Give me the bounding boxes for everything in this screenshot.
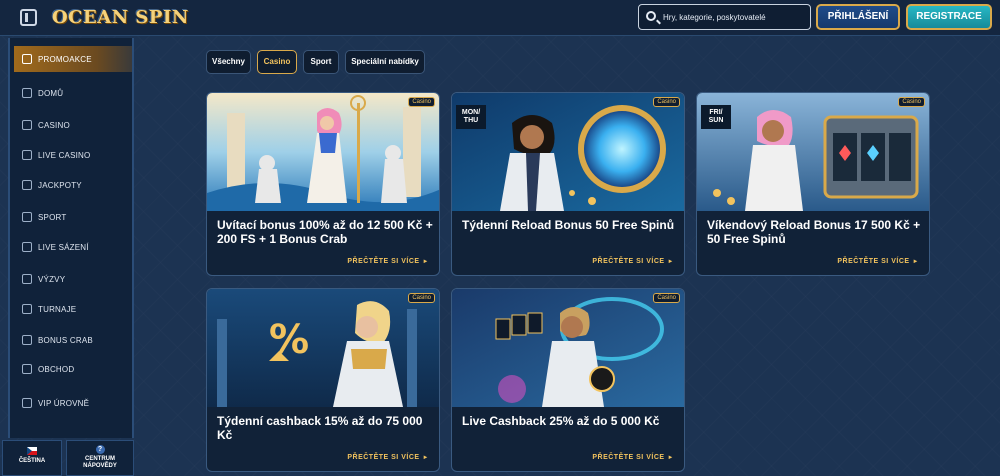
tab-sport[interactable]: Sport [303, 50, 339, 74]
promo-title: Týdenní Reload Bonus 50 Free Spinů [462, 218, 675, 232]
help-label-line1: CENTRUM [85, 456, 115, 462]
read-more-link[interactable]: PŘEČTĚTE SI VÍCE ► [347, 258, 429, 265]
tab-casino[interactable]: Casino [257, 50, 297, 74]
sidebar-item-jackpoty[interactable]: JACKPOTY [14, 172, 132, 198]
live-casino-icon [22, 150, 32, 160]
sidebar-item-bonus-crab[interactable]: BONUS CRAB [14, 327, 132, 353]
sidebar-item-turnaje[interactable]: TURNAJE [14, 296, 132, 322]
arrow-right-icon: ► [422, 259, 429, 265]
language-label: ČEŠTINA [18, 458, 46, 464]
sidebar-item-label: PROMOAKCE [38, 54, 92, 64]
sidebar-item-sport[interactable]: SPORT [14, 204, 132, 230]
category-badge: Casino [408, 293, 435, 303]
language-button[interactable]: ČEŠTINA [2, 440, 62, 476]
help-label-line2: NÁPOVĚDY [83, 463, 117, 469]
search-input[interactable] [663, 5, 808, 29]
category-badge: Casino [653, 293, 680, 303]
sidebar-item-label: LIVE SÁZENÍ [38, 242, 89, 252]
arrow-right-icon: ► [422, 455, 429, 461]
promo-image [452, 93, 684, 211]
casino-icon [22, 120, 32, 130]
challenge-icon [22, 274, 32, 284]
sidebar-item-obchod[interactable]: OBCHOD [14, 356, 132, 382]
arrow-right-icon: ► [667, 455, 674, 461]
promo-title: Uvítací bonus 100% až do 12 500 Kč + 200… [217, 218, 433, 246]
promo-image [207, 93, 439, 211]
help-icon: ? [95, 445, 105, 454]
search-icon [646, 11, 656, 21]
diamond-icon [22, 180, 32, 190]
help-center-button[interactable]: ? CENTRUM NÁPOVĚDY [66, 440, 134, 476]
promo-card-weekly-cashback[interactable]: % Casino Týdenní cashback 15% až do 75 0… [206, 288, 440, 472]
sidebar-item-vip-urovne[interactable]: VIP ÚROVNĚ [14, 390, 132, 416]
sidebar-item-label: TURNAJE [38, 304, 77, 314]
top-header: OCEAN SPIN PŘIHLÁŠENÍ REGISTRACE [0, 0, 1000, 36]
sidebar-item-live-sazeni[interactable]: LIVE SÁZENÍ [14, 234, 132, 260]
tab-vsechny[interactable]: Všechny [206, 50, 251, 74]
live-betting-icon [22, 242, 32, 252]
arrow-right-icon: ► [912, 259, 919, 265]
promo-card-live-cashback[interactable]: Casino Live Cashback 25% až do 5 000 Kč … [451, 288, 685, 472]
login-button[interactable]: PŘIHLÁŠENÍ [816, 4, 900, 30]
sidebar-item-label: DOMŮ [38, 88, 64, 98]
sidebar-item-label: JACKPOTY [38, 180, 82, 190]
crab-icon [22, 335, 32, 345]
arrow-right-icon: ► [667, 259, 674, 265]
promo-title: Live Cashback 25% až do 5 000 Kč [462, 414, 660, 428]
sidebar-item-domu[interactable]: DOMŮ [14, 80, 132, 106]
read-more-link[interactable]: PŘEČTĚTE SI VÍCE ► [837, 258, 919, 265]
promo-card-weekly-reload[interactable]: MON/THU Casino Týdenní Reload Bonus 50 F… [451, 92, 685, 276]
sidebar-toggle-icon[interactable] [20, 9, 37, 26]
sidebar-item-label: LIVE CASINO [38, 150, 91, 160]
vip-icon [22, 398, 32, 408]
sidebar-item-casino[interactable]: CASINO [14, 112, 132, 138]
promo-image: % [207, 289, 439, 407]
day-badge: MON/THU [456, 105, 486, 129]
promo-title: Týdenní cashback 15% až do 75 000 Kč [217, 414, 423, 442]
sidebar-item-label: VIP ÚROVNĚ [38, 398, 90, 408]
czech-flag-icon [27, 447, 37, 455]
read-more-link[interactable]: PŘEČTĚTE SI VÍCE ► [592, 454, 674, 461]
sidebar-item-promoakce[interactable]: PROMOAKCE [14, 46, 132, 72]
sidebar-item-label: SPORT [38, 212, 67, 222]
category-badge: Casino [408, 97, 435, 107]
sidebar-item-live-casino[interactable]: LIVE CASINO [14, 142, 132, 168]
sidebar-item-label: VÝZVY [38, 274, 66, 284]
read-more-link[interactable]: PŘEČTĚTE SI VÍCE ► [592, 258, 674, 265]
register-button[interactable]: REGISTRACE [906, 4, 992, 30]
sidebar-item-label: CASINO [38, 120, 70, 130]
shop-icon [22, 364, 32, 374]
gift-icon [22, 54, 32, 64]
promo-title: Víkendový Reload Bonus 17 500 Kč + 50 Fr… [707, 218, 921, 246]
search-box[interactable] [638, 4, 811, 30]
ocean-spin-logo[interactable]: OCEAN SPIN [52, 6, 189, 30]
category-badge: Casino [653, 97, 680, 107]
sport-icon [22, 212, 32, 222]
promo-card-weekend-reload[interactable]: FRI/SUN Casino Víkendový Reload Bonus 17… [696, 92, 930, 276]
category-badge: Casino [898, 97, 925, 107]
sidebar-item-label: BONUS CRAB [38, 335, 93, 345]
trophy-icon [22, 304, 32, 314]
read-more-link[interactable]: PŘEČTĚTE SI VÍCE ► [347, 454, 429, 461]
sidebar-item-vyzvy[interactable]: VÝZVY [14, 266, 132, 292]
tab-specialni-nabidky[interactable]: Speciální nabídky [345, 50, 425, 74]
home-icon [22, 88, 32, 98]
day-badge: FRI/SUN [701, 105, 731, 129]
sidebar-item-label: OBCHOD [38, 364, 75, 374]
sidebar: PROMOAKCE DOMŮ CASINO LIVE CASINO JACKPO… [8, 38, 134, 438]
promo-image [452, 289, 684, 407]
sidebar-footer: ČEŠTINA ? CENTRUM NÁPOVĚDY [0, 440, 134, 476]
promo-card-welcome-bonus[interactable]: Casino Uvítací bonus 100% až do 12 500 K… [206, 92, 440, 276]
promo-image [697, 93, 929, 211]
